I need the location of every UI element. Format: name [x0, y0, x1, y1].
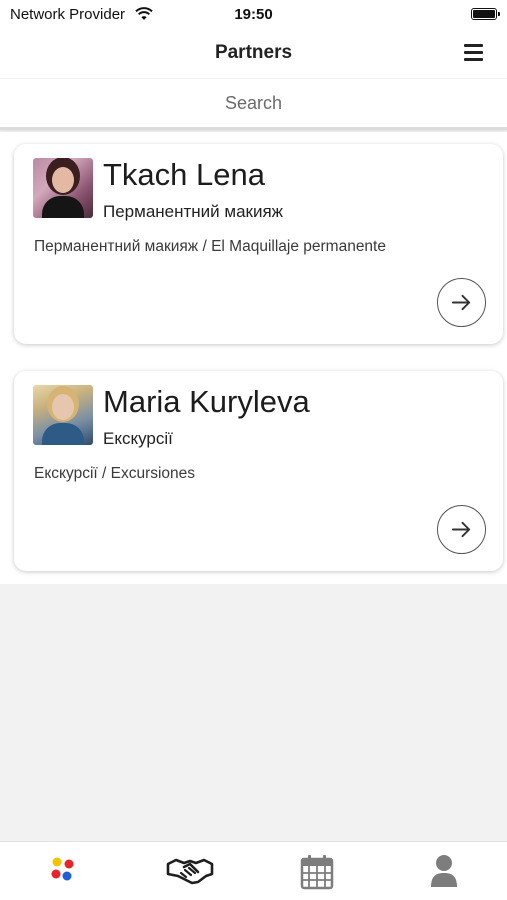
search-input[interactable] — [0, 79, 507, 127]
partner-name: Maria Kuryleva — [103, 384, 310, 419]
partner-card[interactable]: Tkach Lena Перманентний макияж Перманент… — [14, 144, 503, 344]
nav-bar: Partners — [0, 30, 507, 78]
open-partner-button[interactable] — [437, 505, 486, 554]
open-partner-button[interactable] — [437, 278, 486, 327]
handshake-icon — [166, 858, 214, 885]
battery-icon — [471, 8, 500, 20]
tab-home[interactable] — [0, 842, 126, 900]
partner-card[interactable]: Maria Kuryleva Екскурсії Екскурсії / Exc… — [14, 371, 503, 571]
arrow-right-icon — [451, 521, 471, 538]
status-bar: Network Provider 19:50 — [0, 0, 507, 30]
partner-description: Екскурсії / Excursiones — [34, 465, 196, 482]
tab-calendar[interactable] — [254, 842, 380, 900]
status-time: 19:50 — [234, 6, 273, 23]
avatar — [33, 385, 93, 445]
colored-dots-icon — [51, 857, 74, 881]
search-bar — [0, 79, 507, 130]
tab-profile[interactable] — [381, 842, 507, 900]
partner-description: Перманентний макияж / El Maquillaje perm… — [34, 238, 386, 255]
calendar-icon — [300, 855, 334, 890]
partner-list: Tkach Lena Перманентний макияж Перманент… — [0, 132, 507, 584]
partner-name: Tkach Lena — [103, 157, 265, 192]
tab-partners[interactable] — [127, 842, 253, 900]
tab-bar — [0, 841, 507, 900]
person-icon — [431, 855, 457, 887]
hamburger-menu-icon[interactable] — [464, 44, 483, 61]
avatar — [33, 158, 93, 218]
page-title: Partners — [214, 42, 293, 63]
arrow-right-icon — [451, 294, 471, 311]
partner-category: Перманентний макияж — [103, 202, 284, 221]
partner-category: Екскурсії — [103, 429, 173, 448]
